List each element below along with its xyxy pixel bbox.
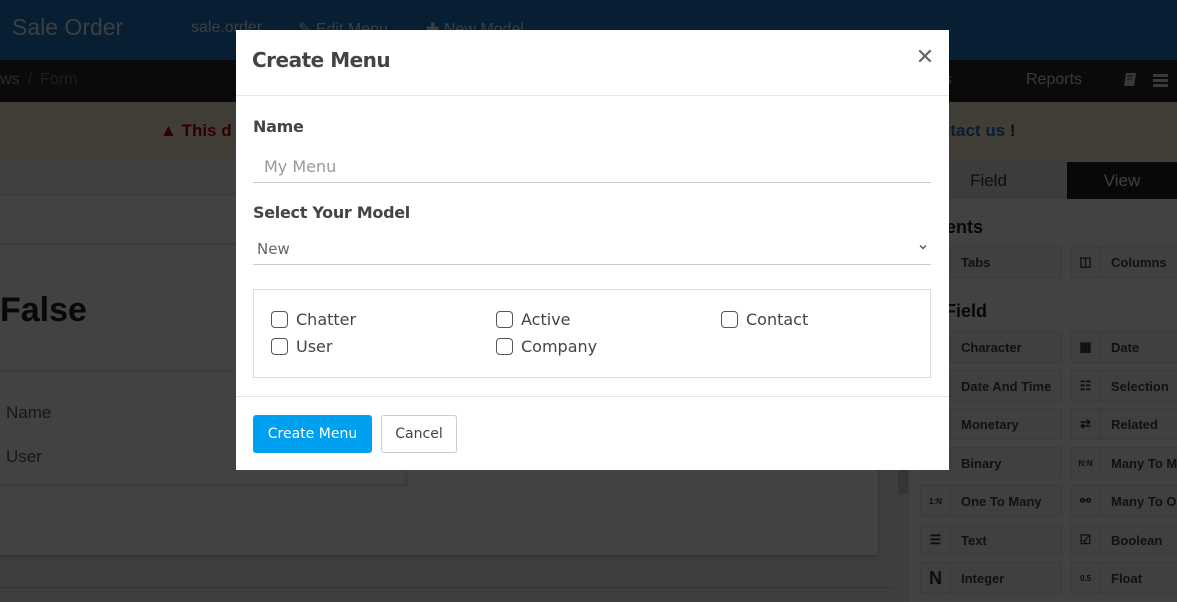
option-label: Contact [746, 310, 809, 329]
checkbox[interactable] [496, 311, 513, 328]
model-select-value: New [257, 240, 290, 258]
modal-header: Create Menu ✕ [236, 30, 949, 96]
option-chatter[interactable]: Chatter [271, 310, 356, 329]
chevron-down-icon [919, 245, 927, 250]
checkbox[interactable] [721, 311, 738, 328]
modal-title: Create Menu [252, 48, 391, 72]
close-icon[interactable]: ✕ [915, 47, 935, 69]
cancel-button[interactable]: Cancel [381, 415, 457, 453]
checkbox[interactable] [496, 338, 513, 355]
model-label: Select Your Model [253, 203, 410, 222]
option-active[interactable]: Active [496, 310, 571, 329]
modal-footer: Create Menu Cancel [236, 396, 949, 470]
name-label: Name [253, 117, 304, 136]
model-select[interactable]: New [253, 234, 931, 265]
options-box: Chatter Active Contact User Company [253, 289, 931, 378]
option-user[interactable]: User [271, 337, 332, 356]
name-input[interactable] [253, 150, 931, 183]
option-company[interactable]: Company [496, 337, 597, 356]
option-contact[interactable]: Contact [721, 310, 808, 329]
create-menu-dialog: Create Menu ✕ Name Select Your Model New… [236, 30, 949, 470]
option-label: Company [521, 337, 598, 356]
option-label: Chatter [296, 310, 357, 329]
checkbox[interactable] [271, 338, 288, 355]
option-label: User [296, 337, 333, 356]
option-label: Active [521, 310, 571, 329]
create-menu-button[interactable]: Create Menu [253, 415, 372, 453]
checkbox[interactable] [271, 311, 288, 328]
